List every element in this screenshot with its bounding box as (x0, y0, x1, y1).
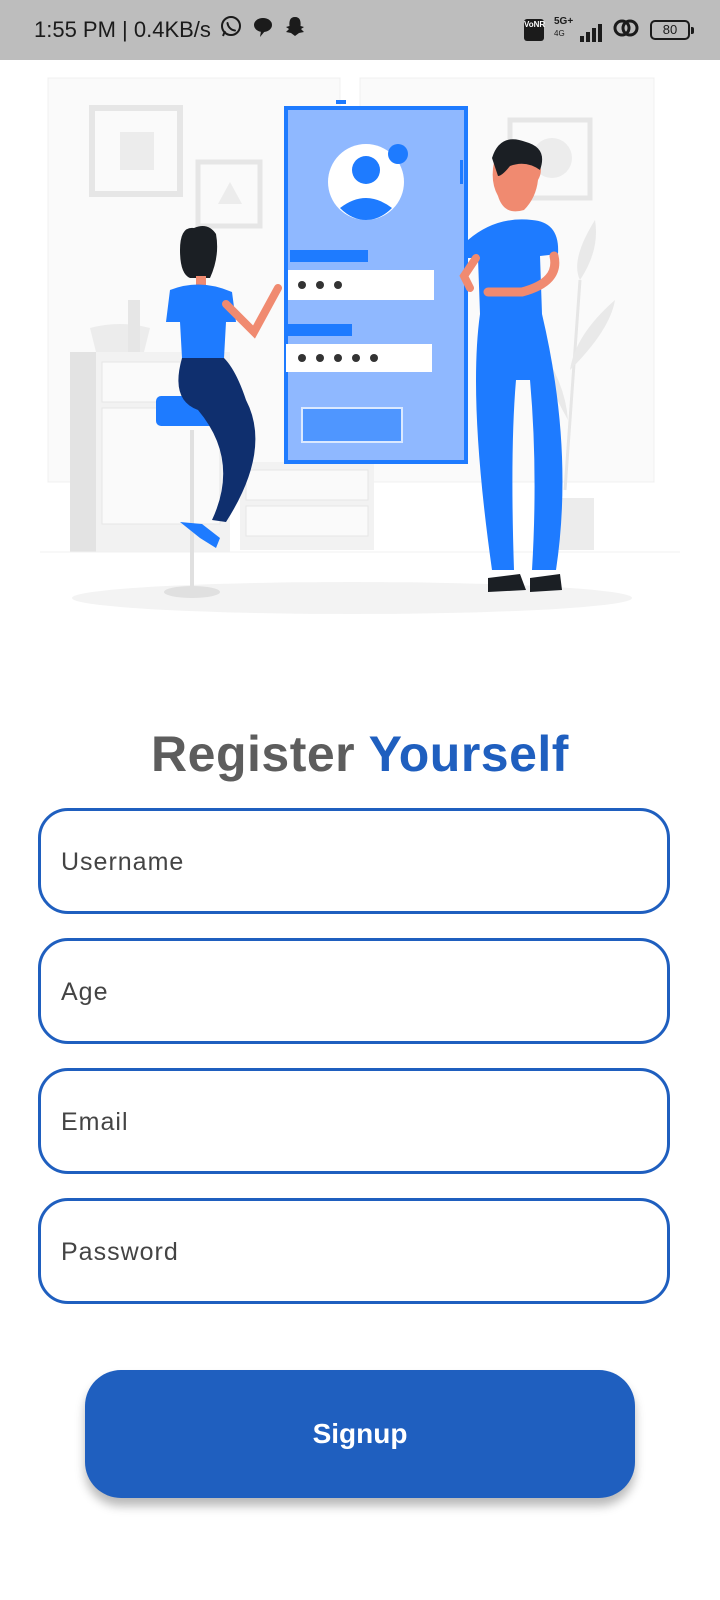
age-input[interactable] (59, 941, 643, 1043)
whatsapp-icon (219, 15, 243, 45)
email-field[interactable] (38, 1068, 670, 1174)
status-left: 1:55 PM | 0.4KB/s (34, 0, 307, 60)
status-right: VoNR 5G+ 4G 80 (524, 0, 694, 60)
username-field[interactable] (38, 808, 670, 914)
title-register: Register (151, 726, 356, 782)
username-input[interactable] (59, 811, 643, 913)
signal-bars (580, 24, 602, 42)
signup-button[interactable]: Signup (85, 1370, 635, 1498)
volte-icon: VoNR (524, 19, 545, 41)
signal-icon: 5G+ 4G (554, 16, 602, 44)
password-field[interactable] (38, 1198, 670, 1304)
network-sub: 4G (554, 29, 565, 38)
battery-icon: 80 (650, 20, 694, 40)
chat-bubble-icon (251, 15, 275, 45)
snapchat-icon (283, 15, 307, 45)
page-title: Register Yourself (0, 725, 720, 783)
network-type: 5G+ (554, 16, 574, 27)
title-yourself: Yourself (368, 726, 569, 782)
password-input[interactable] (59, 1201, 643, 1303)
registration-illustration (40, 70, 680, 630)
age-field[interactable] (38, 938, 670, 1044)
status-bar: 1:55 PM | 0.4KB/s VoNR 5G+ 4G 80 (0, 0, 720, 60)
email-input[interactable] (59, 1071, 643, 1173)
status-time-speed: 1:55 PM | 0.4KB/s (34, 17, 211, 42)
hotspot-icon (612, 16, 640, 45)
